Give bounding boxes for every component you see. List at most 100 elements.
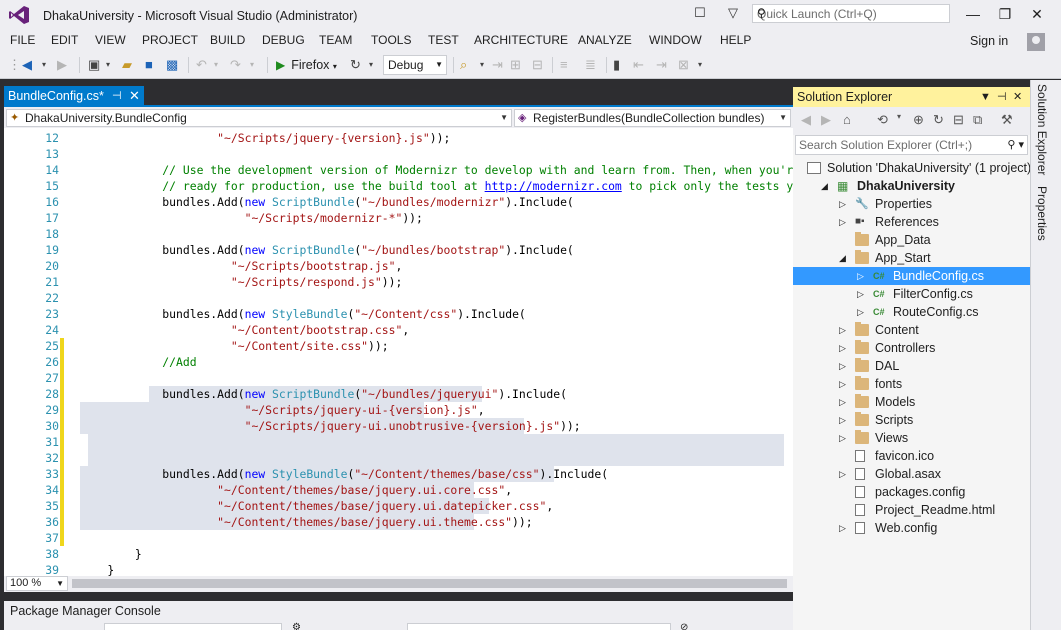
code-line[interactable]: 21 "~/Scripts/respond.js")); (4, 274, 793, 290)
collapsed-arrow-icon[interactable]: ▷ (839, 213, 849, 231)
tree-item[interactable]: favicon.ico (793, 447, 1030, 465)
menu-tools[interactable]: TOOLS (371, 33, 411, 47)
close-window-button[interactable]: ✕ (1022, 0, 1052, 28)
sync-dropdown-icon[interactable]: ▾ (897, 112, 901, 121)
comment-icon[interactable]: ⊟ (532, 56, 543, 74)
code-line[interactable]: 24 "~/Content/bootstrap.css", (4, 322, 793, 338)
collapsed-arrow-icon[interactable]: ▷ (839, 195, 849, 213)
tree-item[interactable]: packages.config (793, 483, 1030, 501)
tree-item[interactable]: Project_Readme.html (793, 501, 1030, 519)
collapsed-arrow-icon[interactable]: ▷ (839, 465, 849, 483)
forward-icon[interactable]: ▶ (57, 56, 67, 74)
zoom-select[interactable]: 100 % ▼ (6, 576, 68, 591)
code-line[interactable]: 37 (4, 530, 793, 546)
settings-icon[interactable]: ⚙ (292, 622, 301, 630)
menu-view[interactable]: VIEW (95, 33, 126, 47)
code-line[interactable]: 27 (4, 370, 793, 386)
code-line[interactable]: 23 bundles.Add(new StyleBundle("~/Conten… (4, 306, 793, 322)
code-line[interactable]: 14 // Use the development version of Mod… (4, 162, 793, 178)
refresh-dropdown-icon[interactable]: ▾ (369, 56, 373, 74)
collapsed-arrow-icon[interactable]: ▷ (839, 357, 849, 375)
tab-properties[interactable]: Properties (1035, 186, 1049, 241)
menu-help[interactable]: HELP (720, 33, 751, 47)
prev-bookmark-icon[interactable]: ⇤ (633, 56, 644, 74)
indent-icon[interactable]: ≣ (585, 56, 596, 74)
back-dropdown-icon[interactable]: ▾ (42, 56, 46, 74)
tree-item[interactable]: ▷ Content (793, 321, 1030, 339)
collapsed-arrow-icon[interactable]: ▷ (857, 285, 867, 303)
clear-bookmarks-icon[interactable]: ⊠ (678, 56, 689, 74)
package-manager-console-header[interactable]: Package Manager Console (4, 601, 793, 621)
next-bookmark-icon[interactable]: ⇥ (656, 56, 667, 74)
collapsed-arrow-icon[interactable]: ▷ (839, 393, 849, 411)
tree-item[interactable]: ▷ C# FilterConfig.cs (793, 285, 1030, 303)
open-file-icon[interactable]: ▰ (122, 56, 132, 74)
code-editor[interactable]: 12 "~/Scripts/jquery-{version}.js")); 13 1… (4, 128, 793, 576)
quick-launch-input[interactable]: Quick Launch (Ctrl+Q) ⚲ (752, 4, 950, 23)
code-line[interactable]: 32 (4, 450, 793, 466)
tree-item[interactable]: ▷ Web.config (793, 519, 1030, 537)
undo-dropdown-icon[interactable]: ▾ (214, 56, 218, 74)
avatar[interactable] (1027, 33, 1045, 51)
menu-debug[interactable]: DEBUG (262, 33, 305, 47)
code-line[interactable]: 25 "~/Content/site.css")); (4, 338, 793, 354)
back-icon[interactable]: ◀ (22, 56, 32, 74)
member-dropdown[interactable]: ◈ RegisterBundles(BundleCollection bundl… (514, 109, 791, 127)
code-line[interactable]: 16 bundles.Add(new ScriptBundle("~/bundl… (4, 194, 793, 210)
tree-item[interactable]: ◢ App_Start (793, 249, 1030, 267)
class-dropdown[interactable]: ✦ DhakaUniversity.BundleConfig ▼ (6, 109, 512, 127)
refresh-icon[interactable]: ↻ (933, 112, 944, 128)
code-line[interactable]: 18 (4, 226, 793, 242)
tree-item[interactable]: ▷ Models (793, 393, 1030, 411)
undo-icon[interactable]: ↶ (196, 56, 207, 74)
start-debugging-button[interactable]: ▶ Firefox ▾ (276, 56, 337, 74)
tree-item[interactable]: ▷ Scripts (793, 411, 1030, 429)
collapsed-arrow-icon[interactable]: ▷ (839, 519, 849, 537)
redo-icon[interactable]: ↷ (230, 56, 241, 74)
save-all-icon[interactable]: ▩ (166, 56, 178, 74)
pin-icon[interactable]: ⊣ (997, 87, 1007, 107)
redo-dropdown-icon[interactable]: ▾ (250, 56, 254, 74)
expanded-arrow-icon[interactable]: ◢ (839, 249, 849, 267)
step-icon[interactable]: ⇥ (492, 56, 503, 74)
solution-configuration-select[interactable]: Debug ▼ (383, 55, 447, 75)
outdent-icon[interactable]: ≡ (560, 56, 568, 74)
code-line[interactable]: 35 "~/Content/themes/base/jquery.ui.date… (4, 498, 793, 514)
back-icon[interactable]: ◀ (801, 112, 811, 128)
code-line[interactable]: 15 // ready for production, use the buil… (4, 178, 793, 194)
tab-bundleconfig[interactable]: BundleConfig.cs* ⊣ ✕ (4, 86, 144, 106)
code-line[interactable]: 34 "~/Content/themes/base/jquery.ui.core… (4, 482, 793, 498)
code-line[interactable]: 29 "~/Scripts/jquery-ui-{version}.js", (4, 402, 793, 418)
tree-item[interactable]: ▷ Global.asax (793, 465, 1030, 483)
tree-item[interactable]: ▷ ■▪ References (793, 213, 1030, 231)
forward-icon[interactable]: ▶ (821, 112, 831, 128)
collapsed-arrow-icon[interactable]: ▷ (857, 303, 867, 321)
code-line[interactable]: 38 } (4, 546, 793, 562)
code-line[interactable]: 33 bundles.Add(new StyleBundle("~/Conten… (4, 466, 793, 482)
menu-build[interactable]: BUILD (210, 33, 245, 47)
pin-icon[interactable]: ⊣ (112, 86, 122, 106)
code-line[interactable]: 19 bundles.Add(new ScriptBundle("~/bundl… (4, 242, 793, 258)
tree-item[interactable]: App_Data (793, 231, 1030, 249)
pending-changes-icon[interactable]: ⊕ (913, 112, 924, 128)
code-line[interactable]: 26 //Add (4, 354, 793, 370)
tree-item[interactable]: ▷ DAL (793, 357, 1030, 375)
sign-in-link[interactable]: Sign in (970, 34, 1008, 48)
menu-window[interactable]: WINDOW (649, 33, 702, 47)
menu-test[interactable]: TEST (428, 33, 459, 47)
tree-item[interactable]: ▷ fonts (793, 375, 1030, 393)
collapsed-arrow-icon[interactable]: ▷ (839, 411, 849, 429)
refresh-icon[interactable]: ↻ (350, 56, 361, 74)
menu-team[interactable]: TEAM (319, 33, 352, 47)
code-line[interactable]: 20 "~/Scripts/bootstrap.js", (4, 258, 793, 274)
new-project-icon[interactable]: ▣ (88, 56, 100, 74)
collapsed-arrow-icon[interactable]: ▷ (839, 321, 849, 339)
toolbar-options-icon[interactable]: ▾ (698, 56, 702, 74)
clear-console-icon[interactable]: ⊘ (680, 622, 688, 630)
minimize-button[interactable]: — (958, 0, 988, 28)
menu-project[interactable]: PROJECT (142, 33, 198, 47)
wrench-icon[interactable]: ⚒ (1001, 112, 1013, 128)
menu-analyze[interactable]: ANALYZE (578, 33, 632, 47)
menu-edit[interactable]: EDIT (51, 33, 78, 47)
tree-item[interactable]: Solution 'DhakaUniversity' (1 project) (793, 159, 1031, 177)
